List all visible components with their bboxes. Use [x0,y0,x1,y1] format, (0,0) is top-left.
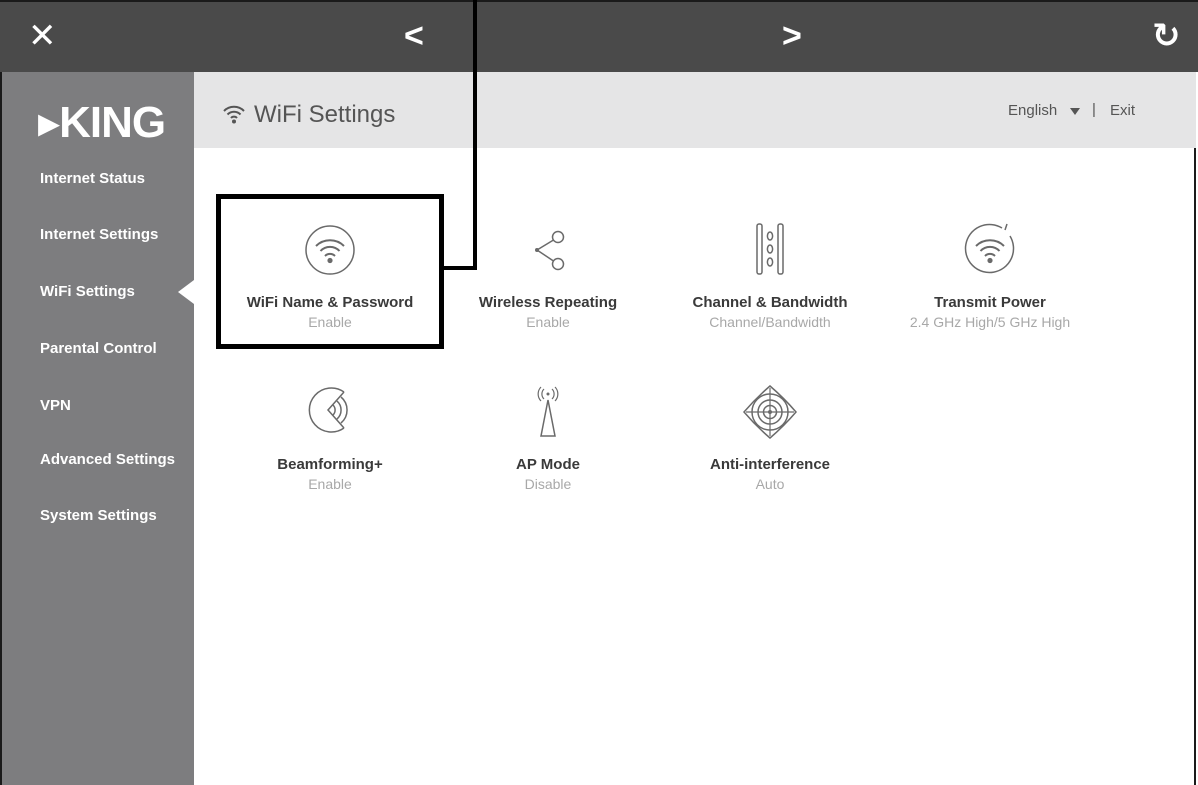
tile-transmit-power[interactable]: Transmit Power 2.4 GHz High/5 GHz High [880,222,1100,352]
highlight-box [216,194,444,349]
chevron-down-icon[interactable] [1070,108,1080,115]
tile-value: Disable [524,476,572,492]
top-toolbar: ✕ < > ↻ [0,0,1198,72]
language-select[interactable]: English [1008,102,1057,119]
wifi-power-icon [880,222,1100,278]
page-header: WiFi Settings English | Exit [194,72,1196,148]
refresh-icon[interactable]: ↻ [1152,16,1181,56]
tile-value: Enable [308,476,352,492]
exit-link[interactable]: Exit [1110,102,1135,119]
sidebar-item-internet-status[interactable]: Internet Status [40,170,145,187]
active-indicator [178,280,194,304]
sidebar-item-vpn[interactable]: VPN [40,397,71,414]
sidebar-item-parental-control[interactable]: Parental Control [40,340,157,357]
tile-name: Channel & Bandwidth [692,294,848,311]
sidebar-item-system-settings[interactable]: System Settings [40,507,157,524]
tile-name: Wireless Repeating [478,294,618,311]
sidebar-item-wifi-settings[interactable]: WiFi Settings [40,283,135,300]
antenna-icon [438,384,658,440]
sidebar-item-advanced-settings[interactable]: Advanced Settings [40,451,175,468]
tile-name: Transmit Power [934,294,1046,311]
wifi-icon [222,104,246,129]
tile-anti-interference[interactable]: Anti-interference Auto [660,384,880,514]
header-separator: | [1092,101,1096,118]
callout-line-horizontal [442,266,477,270]
king-logo: ▸KING [38,98,166,147]
tile-wireless-repeating[interactable]: Wireless Repeating Enable [438,222,658,352]
channel-bars-icon [660,222,880,278]
tile-value: Enable [526,314,570,330]
tile-ap-mode[interactable]: AP Mode Disable [438,384,658,514]
tile-value: Channel/Bandwidth [709,314,831,330]
tile-value: 2.4 GHz High/5 GHz High [909,314,1071,330]
tile-name: AP Mode [516,456,580,473]
tile-channel-bandwidth[interactable]: Channel & Bandwidth Channel/Bandwidth [660,222,880,352]
target-icon [660,384,880,440]
callout-line-vertical [473,0,477,270]
tile-name: Beamforming+ [277,456,383,473]
tile-value: Auto [755,476,785,492]
tile-beamforming[interactable]: Beamforming+ Enable [220,384,440,514]
page-title: WiFi Settings [254,101,396,128]
tile-name: Anti-interference [709,456,831,473]
sidebar: ▸KING Internet Status Internet Settings … [2,72,194,785]
close-icon[interactable]: ✕ [28,16,57,56]
back-icon[interactable]: < [404,16,424,56]
sidebar-item-internet-settings[interactable]: Internet Settings [40,226,158,243]
beamforming-icon [220,384,440,440]
forward-icon[interactable]: > [782,16,802,56]
